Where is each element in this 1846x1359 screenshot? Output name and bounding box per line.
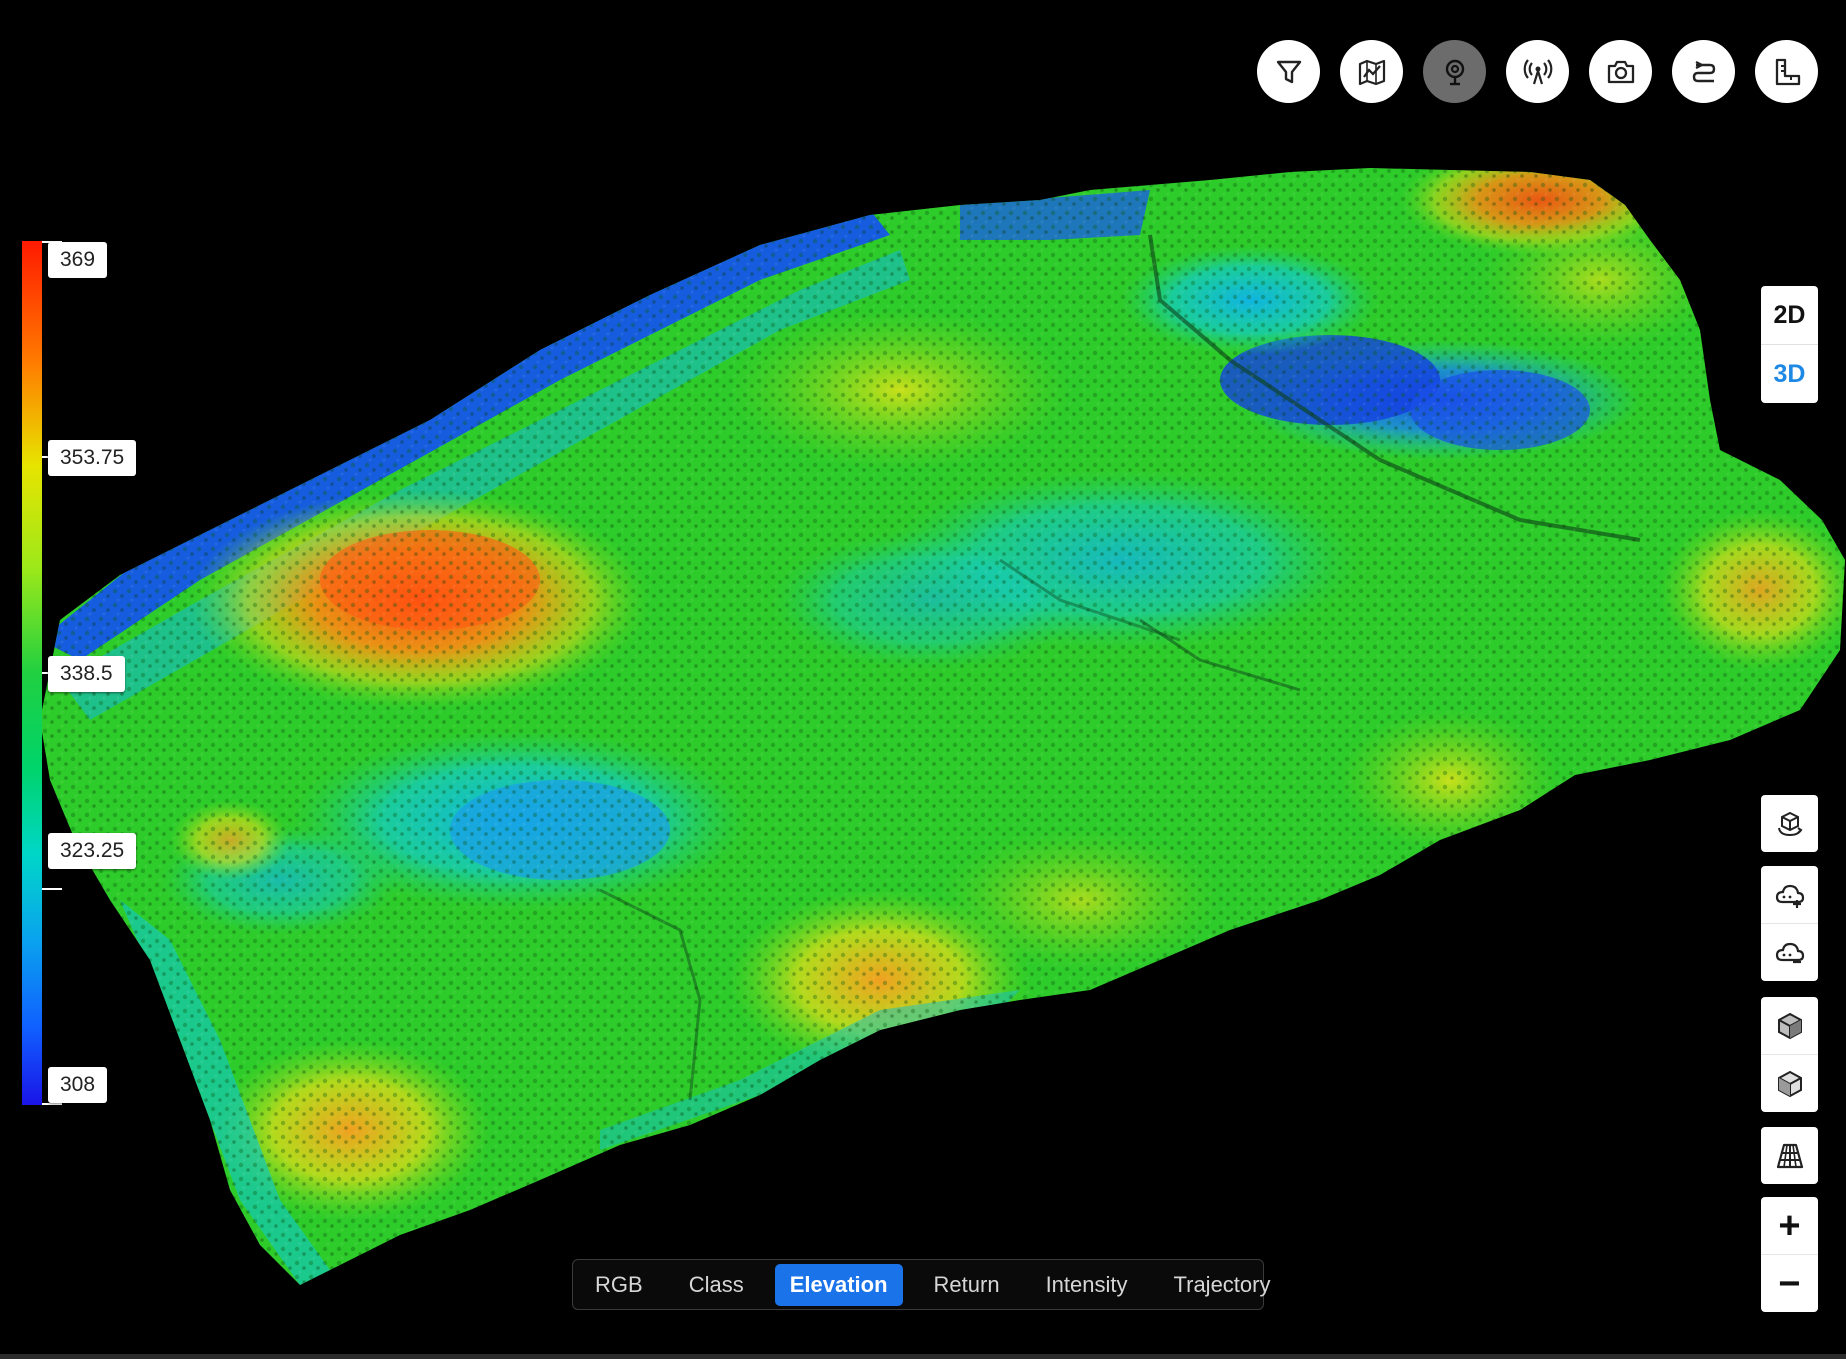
cube-outline-icon <box>1777 1070 1802 1097</box>
cloud-add-icon <box>1775 884 1804 908</box>
legend-mid-label: 338.5 <box>48 656 125 692</box>
filter-button[interactable] <box>1257 40 1320 103</box>
route-icon <box>1692 60 1715 82</box>
zoom-in-label: + <box>1778 1204 1801 1247</box>
camera-button[interactable] <box>1589 40 1652 103</box>
cube-solid-icon <box>1777 1012 1802 1039</box>
point-cloud-viewport[interactable] <box>0 0 1846 1359</box>
measure-icon <box>1775 58 1800 85</box>
measure-button[interactable] <box>1755 40 1818 103</box>
cloud-add-button[interactable] <box>1761 866 1818 923</box>
legend-lower-label: 323.25 <box>48 833 137 869</box>
legend-tick <box>42 1103 62 1105</box>
view-mode-toggle: 2D 3D <box>1761 286 1818 403</box>
tab-class[interactable]: Class <box>674 1264 759 1306</box>
top-toolbar <box>1257 40 1818 103</box>
elevation-legend: 369 353.75 338.5 323.25 308 <box>22 241 152 1105</box>
cloud-remove-button[interactable] <box>1761 923 1818 981</box>
filter-icon <box>1276 60 1301 83</box>
location-button[interactable] <box>1423 40 1486 103</box>
location-pin-icon <box>1445 59 1464 85</box>
legend-tick <box>42 888 62 890</box>
legend-min-label: 308 <box>48 1067 108 1103</box>
antenna-icon <box>1523 58 1552 84</box>
rotate-tool-group <box>1761 795 1818 852</box>
color-mode-tabs: RGB Class Elevation Return Intensity Tra… <box>572 1259 1270 1310</box>
legend-upper-label: 353.75 <box>48 440 137 476</box>
zoom-tool-group: + − <box>1761 1197 1818 1312</box>
map-chart-button[interactable] <box>1340 40 1403 103</box>
antenna-button[interactable] <box>1506 40 1569 103</box>
view-2d-button[interactable]: 2D <box>1761 286 1818 344</box>
tab-rgb[interactable]: RGB <box>580 1264 658 1306</box>
camera-icon <box>1607 60 1634 83</box>
legend-color-bar <box>22 241 42 1105</box>
cloud-tool-group <box>1761 866 1818 981</box>
zoom-out-button[interactable]: − <box>1761 1254 1818 1312</box>
legend-max-label: 369 <box>48 242 108 278</box>
view-3d-button[interactable]: 3D <box>1761 344 1818 403</box>
perspective-grid-button[interactable] <box>1761 1127 1818 1184</box>
tab-intensity[interactable]: Intensity <box>1031 1264 1143 1306</box>
cube-outline-button[interactable] <box>1761 1054 1818 1112</box>
rotate-cube-icon <box>1777 811 1803 836</box>
cube-tool-group <box>1761 997 1818 1112</box>
tab-elevation[interactable]: Elevation <box>774 1263 903 1306</box>
tab-return[interactable]: Return <box>919 1264 1015 1306</box>
window-bottom-border <box>0 1354 1846 1359</box>
rotate-view-button[interactable] <box>1761 795 1818 852</box>
route-button[interactable] <box>1672 40 1735 103</box>
cloud-remove-icon <box>1775 942 1804 963</box>
zoom-in-button[interactable]: + <box>1761 1197 1818 1254</box>
perspective-grid-icon <box>1776 1143 1803 1168</box>
map-chart-icon <box>1358 59 1385 85</box>
zoom-out-label: − <box>1778 1262 1801 1305</box>
cube-solid-button[interactable] <box>1761 997 1818 1054</box>
grid-tool-group <box>1761 1127 1818 1184</box>
tab-trajectory[interactable]: Trajectory <box>1159 1264 1286 1306</box>
